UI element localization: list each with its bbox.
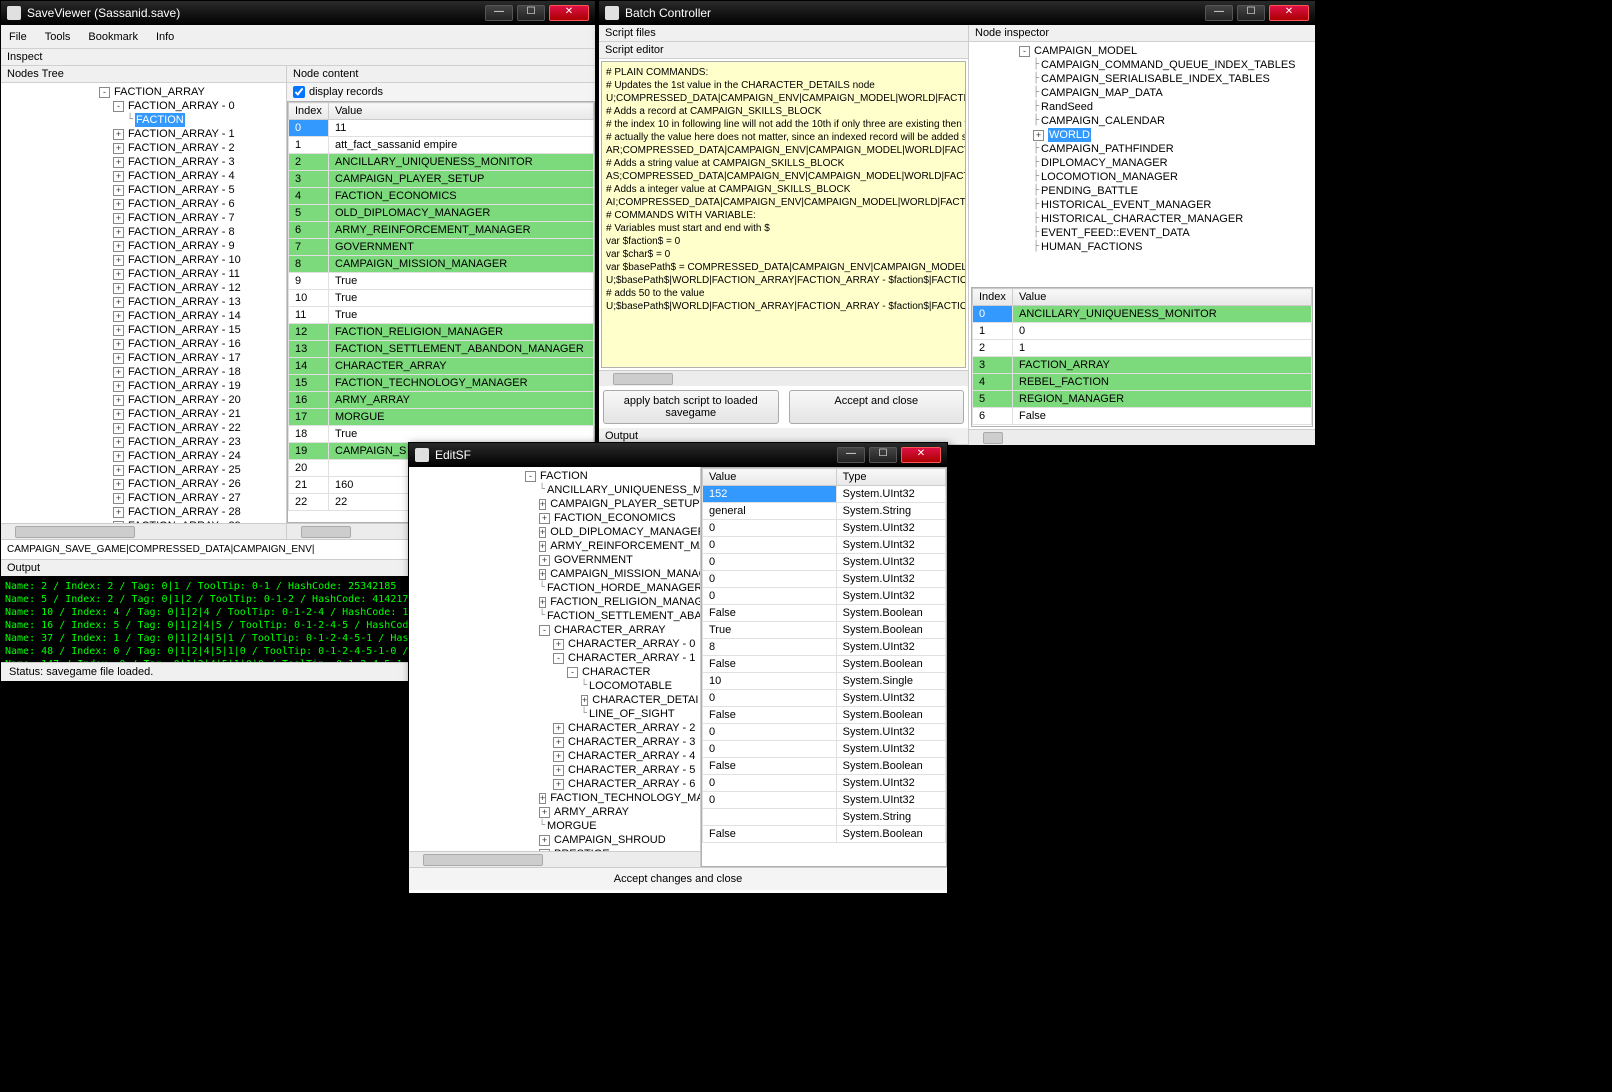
accept-changes-button[interactable]: Accept changes and close xyxy=(409,867,947,890)
close-button[interactable] xyxy=(549,5,589,21)
script-files-label: Script files xyxy=(599,25,968,42)
tree-hscroll[interactable] xyxy=(1,523,286,539)
menu-file[interactable]: File xyxy=(9,31,27,43)
script-editor[interactable]: # PLAIN COMMANDS: # Updates the 1st valu… xyxy=(601,61,966,368)
window-title: SaveViewer (Sassanid.save) xyxy=(27,6,485,20)
app-icon xyxy=(605,6,619,20)
menu-bookmark[interactable]: Bookmark xyxy=(88,31,138,43)
menu-tools[interactable]: Tools xyxy=(45,31,71,43)
editsf-tree[interactable]: -FACTION└ANCILLARY_UNIQUENESS_MO+CAMPAIG… xyxy=(409,467,700,851)
titlebar[interactable]: Batch Controller xyxy=(599,1,1315,25)
minimize-button[interactable] xyxy=(485,5,513,21)
node-inspector-label: Node inspector xyxy=(969,25,1315,42)
close-button[interactable] xyxy=(1269,5,1309,21)
titlebar[interactable]: EditSF xyxy=(409,443,947,467)
menu-info[interactable]: Info xyxy=(156,31,174,43)
inspector-grid[interactable]: IndexValue0ANCILLARY_UNIQUENESS_MONITOR1… xyxy=(971,287,1313,427)
display-records-checkbox[interactable] xyxy=(293,86,305,98)
display-records-row: display records xyxy=(287,83,595,101)
window-title: Batch Controller xyxy=(625,6,1205,20)
app-icon xyxy=(7,6,21,20)
node-inspector-tree[interactable]: -CAMPAIGN_MODEL├CAMPAIGN_COMMAND_QUEUE_I… xyxy=(971,42,1313,285)
window-title: EditSF xyxy=(435,448,837,462)
minimize-button[interactable] xyxy=(837,447,865,463)
maximize-button[interactable] xyxy=(517,5,545,21)
editsf-tree-hscroll[interactable] xyxy=(409,851,700,867)
menubar: File Tools Bookmark Info xyxy=(1,25,595,49)
inspector-hscroll[interactable] xyxy=(969,429,1315,445)
close-button[interactable] xyxy=(901,447,941,463)
nodes-tree[interactable]: -FACTION_ARRAY-FACTION_ARRAY - 0└FACTION… xyxy=(1,83,286,523)
display-records-label: display records xyxy=(309,86,383,98)
nodes-tree-label: Nodes Tree xyxy=(1,66,286,83)
maximize-button[interactable] xyxy=(1237,5,1265,21)
editsf-grid[interactable]: ValueType152System.UInt32generalSystem.S… xyxy=(701,467,947,867)
batch-controller-window: Batch Controller Script files Script edi… xyxy=(598,0,1316,446)
minimize-button[interactable] xyxy=(1205,5,1233,21)
maximize-button[interactable] xyxy=(869,447,897,463)
script-editor-label: Script editor xyxy=(599,42,968,59)
node-content-label: Node content xyxy=(287,66,595,83)
titlebar[interactable]: SaveViewer (Sassanid.save) xyxy=(1,1,595,25)
script-hscroll[interactable] xyxy=(599,370,968,386)
editsf-window: EditSF -FACTION└ANCILLARY_UNIQUENESS_MO+… xyxy=(408,442,948,894)
app-icon xyxy=(415,448,429,462)
accept-close-button[interactable]: Accept and close xyxy=(789,390,965,424)
apply-batch-button[interactable]: apply batch script to loaded savegame xyxy=(603,390,779,424)
inspect-label: Inspect xyxy=(1,49,595,66)
